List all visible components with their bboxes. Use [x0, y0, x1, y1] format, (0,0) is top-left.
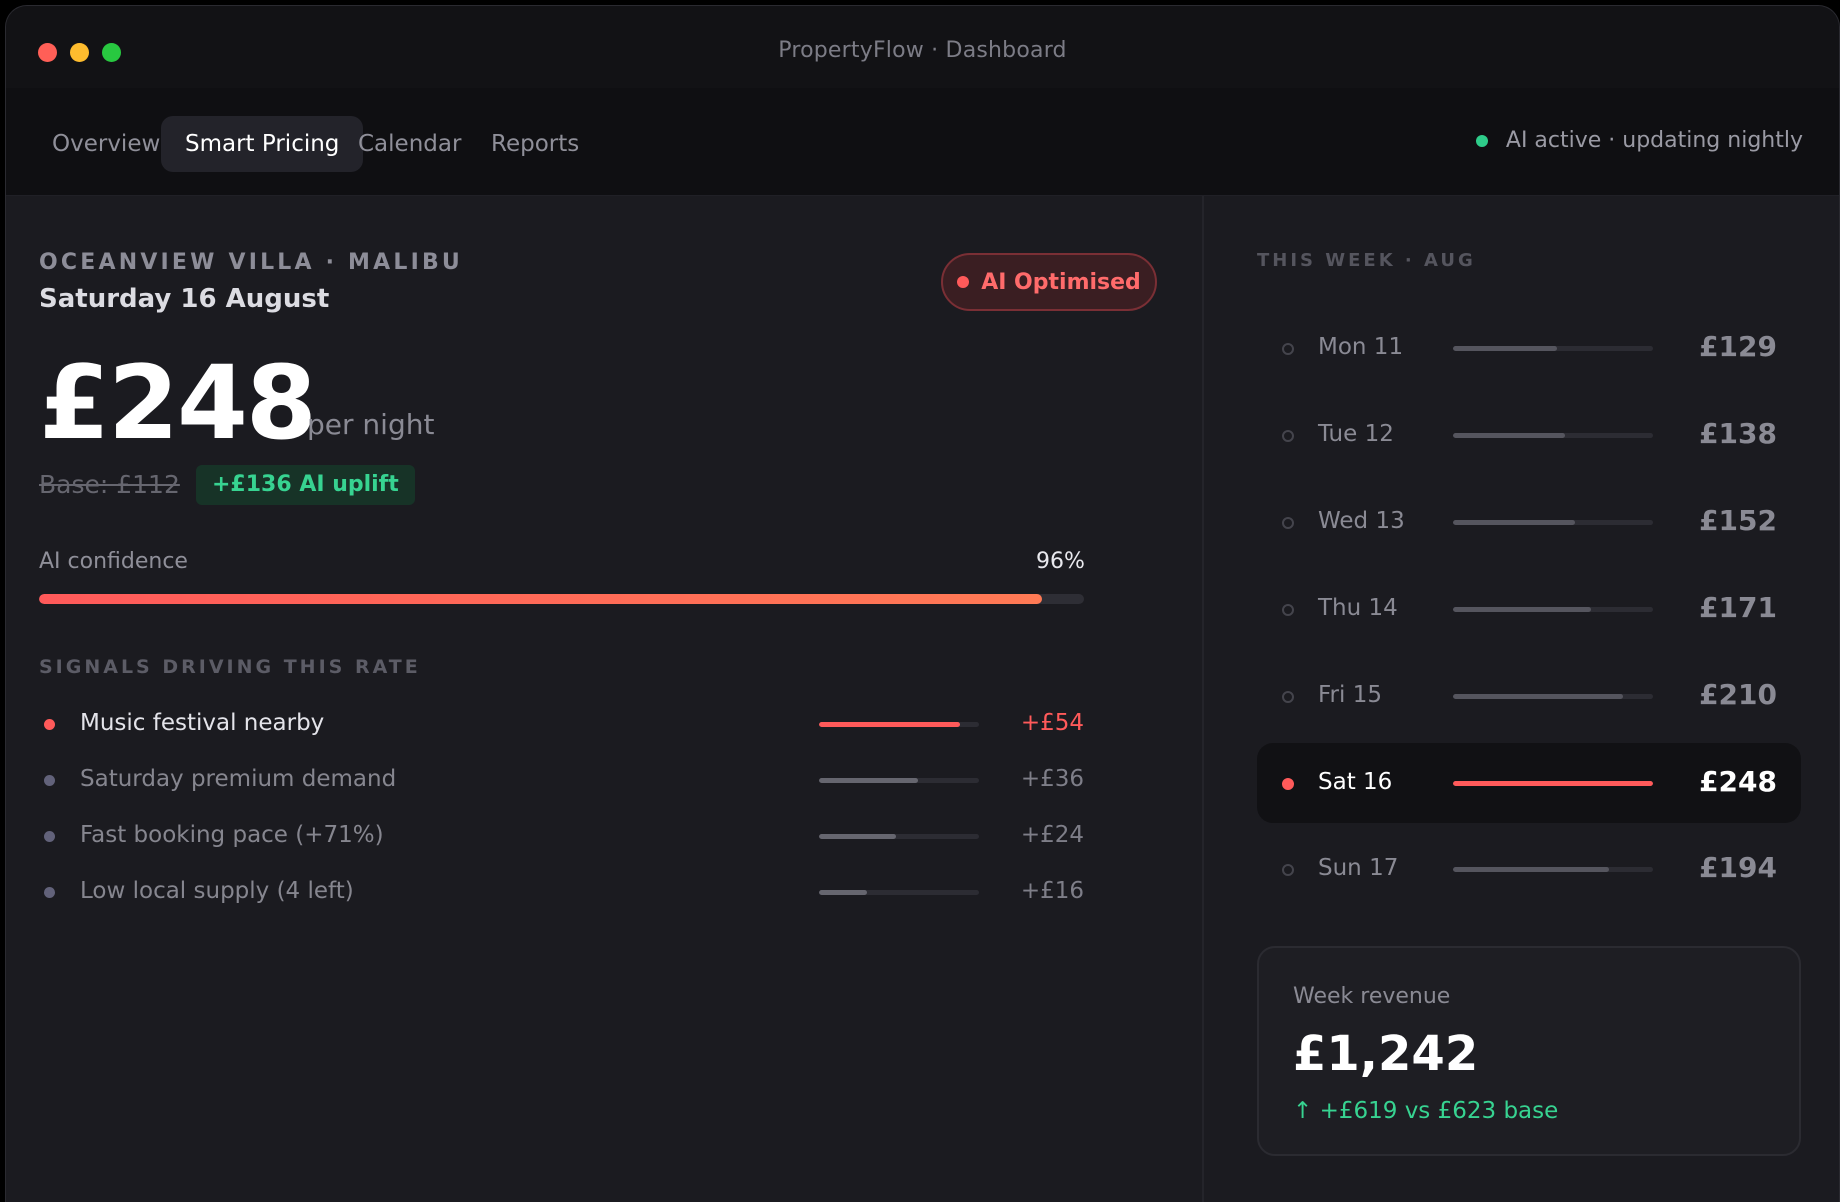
week-panel: THIS WEEK · AUG Mon 11 £129 Tue 12 £138 …: [1204, 196, 1839, 1202]
day-price-bar: [1453, 781, 1653, 786]
nightly-price: £248: [39, 344, 317, 463]
day-row-sat-16[interactable]: Sat 16 £248: [1257, 743, 1801, 823]
day-price-bar: [1453, 694, 1653, 699]
day-row-fri-15[interactable]: Fri 15 £210: [1257, 656, 1801, 736]
day-label: Wed 13: [1318, 508, 1405, 534]
day-dot-icon: [1282, 691, 1294, 703]
day-price-bar-fill: [1453, 867, 1609, 872]
day-label: Fri 15: [1318, 682, 1382, 708]
day-dot-icon: [1282, 778, 1294, 790]
day-price: £152: [1699, 504, 1777, 537]
signal-bar: [819, 722, 979, 727]
signal-label: Fast booking pace (+71%): [80, 822, 384, 848]
confidence-value: 96%: [1036, 549, 1085, 574]
signal-label: Low local supply (4 left): [80, 878, 354, 904]
ai-status: AI active · updating nightly: [1475, 128, 1803, 153]
window-title: PropertyFlow · Dashboard: [778, 38, 1067, 63]
day-dot-icon: [1282, 517, 1294, 529]
signal-value: +£36: [1020, 766, 1084, 792]
day-price: £171: [1699, 591, 1777, 624]
signal-bar: [819, 890, 979, 895]
day-row-mon-11[interactable]: Mon 11 £129: [1257, 308, 1801, 388]
signal-bar-fill: [819, 890, 867, 895]
day-price: £210: [1699, 678, 1777, 711]
day-price-bar-fill: [1453, 433, 1565, 438]
signal-bar: [819, 834, 979, 839]
signal-value: +£24: [1020, 822, 1084, 848]
ai-optimised-label: AI Optimised: [981, 269, 1141, 295]
day-price-bar-fill: [1453, 694, 1623, 699]
signal-bar-fill: [819, 834, 896, 839]
day-price-bar-fill: [1453, 346, 1557, 351]
day-dot-icon: [1282, 864, 1294, 876]
day-price-bar-fill: [1453, 607, 1591, 612]
property-name: OCEANVIEW VILLA · MALIBU: [39, 250, 463, 275]
day-price: £194: [1699, 851, 1777, 884]
day-row-thu-14[interactable]: Thu 14 £171: [1257, 569, 1801, 649]
signal-bar: [819, 778, 979, 783]
signal-bar-fill: [819, 722, 960, 727]
revenue-delta: ↑ +£619 vs £623 base: [1293, 1098, 1559, 1124]
signal-value: +£16: [1020, 878, 1084, 904]
day-price-bar: [1453, 520, 1653, 525]
signal-row: Music festival nearby +£54: [39, 705, 1084, 745]
day-price: £248: [1699, 765, 1777, 798]
signals-heading: SIGNALS DRIVING THIS RATE: [39, 656, 421, 678]
day-row-tue-12[interactable]: Tue 12 £138: [1257, 395, 1801, 475]
title-bar: PropertyFlow · Dashboard: [6, 6, 1839, 88]
day-price: £138: [1699, 417, 1777, 450]
ai-uplift-badge: +£136 AI uplift: [196, 465, 415, 505]
revenue-value: £1,242: [1293, 1026, 1479, 1082]
day-dot-icon: [1282, 343, 1294, 355]
ai-optimised-badge: AI Optimised: [941, 253, 1157, 311]
status-dot-icon: [1475, 134, 1488, 147]
tab-reports[interactable]: Reports: [467, 116, 603, 172]
ai-status-text: AI active · updating nightly: [1505, 128, 1803, 153]
day-price-bar: [1453, 346, 1653, 351]
revenue-label: Week revenue: [1293, 984, 1451, 1009]
signal-value: +£54: [1020, 710, 1084, 736]
day-label: Thu 14: [1318, 595, 1398, 621]
week-heading: THIS WEEK · AUG: [1257, 250, 1476, 271]
base-price: Base: £112: [39, 470, 180, 499]
day-dot-icon: [1282, 430, 1294, 442]
signal-row: Saturday premium demand +£36: [39, 761, 1084, 801]
day-label: Sun 17: [1318, 855, 1399, 881]
top-nav: Overview Smart Pricing Calendar Reports …: [6, 88, 1839, 196]
day-price-bar-fill: [1453, 781, 1653, 786]
day-price: £129: [1699, 330, 1777, 363]
signal-dot-icon: [44, 719, 55, 730]
day-price-bar: [1453, 607, 1653, 612]
day-price-bar-fill: [1453, 520, 1575, 525]
signal-dot-icon: [44, 831, 55, 842]
signal-row: Fast booking pace (+71%) +£24: [39, 817, 1084, 857]
property-date: Saturday 16 August: [39, 284, 330, 314]
day-price-bar: [1453, 433, 1653, 438]
day-dot-icon: [1282, 604, 1294, 616]
week-revenue-card: Week revenue £1,242 ↑ +£619 vs £623 base: [1257, 946, 1801, 1156]
tab-calendar[interactable]: Calendar: [334, 116, 485, 172]
signal-bar-fill: [819, 778, 919, 783]
signal-dot-icon: [44, 887, 55, 898]
price-unit: per night: [307, 408, 435, 441]
signal-row: Low local supply (4 left) +£16: [39, 873, 1084, 913]
day-label: Mon 11: [1318, 334, 1404, 360]
day-row-sun-17[interactable]: Sun 17 £194: [1257, 829, 1801, 909]
signal-label: Music festival nearby: [80, 710, 325, 736]
day-label: Tue 12: [1318, 421, 1394, 447]
signal-label: Saturday premium demand: [80, 766, 397, 792]
badge-dot-icon: [957, 276, 970, 288]
day-label: Sat 16: [1318, 769, 1393, 795]
app-window: PropertyFlow · Dashboard Overview Smart …: [5, 5, 1840, 1202]
confidence-bar-fill: [39, 594, 1043, 604]
day-row-wed-13[interactable]: Wed 13 £152: [1257, 482, 1801, 562]
pricing-panel: OCEANVIEW VILLA · MALIBU Saturday 16 Aug…: [6, 196, 1202, 1202]
confidence-label: AI confidence: [39, 549, 188, 574]
confidence-bar: [39, 594, 1084, 604]
day-price-bar: [1453, 867, 1653, 872]
signal-dot-icon: [44, 775, 55, 786]
